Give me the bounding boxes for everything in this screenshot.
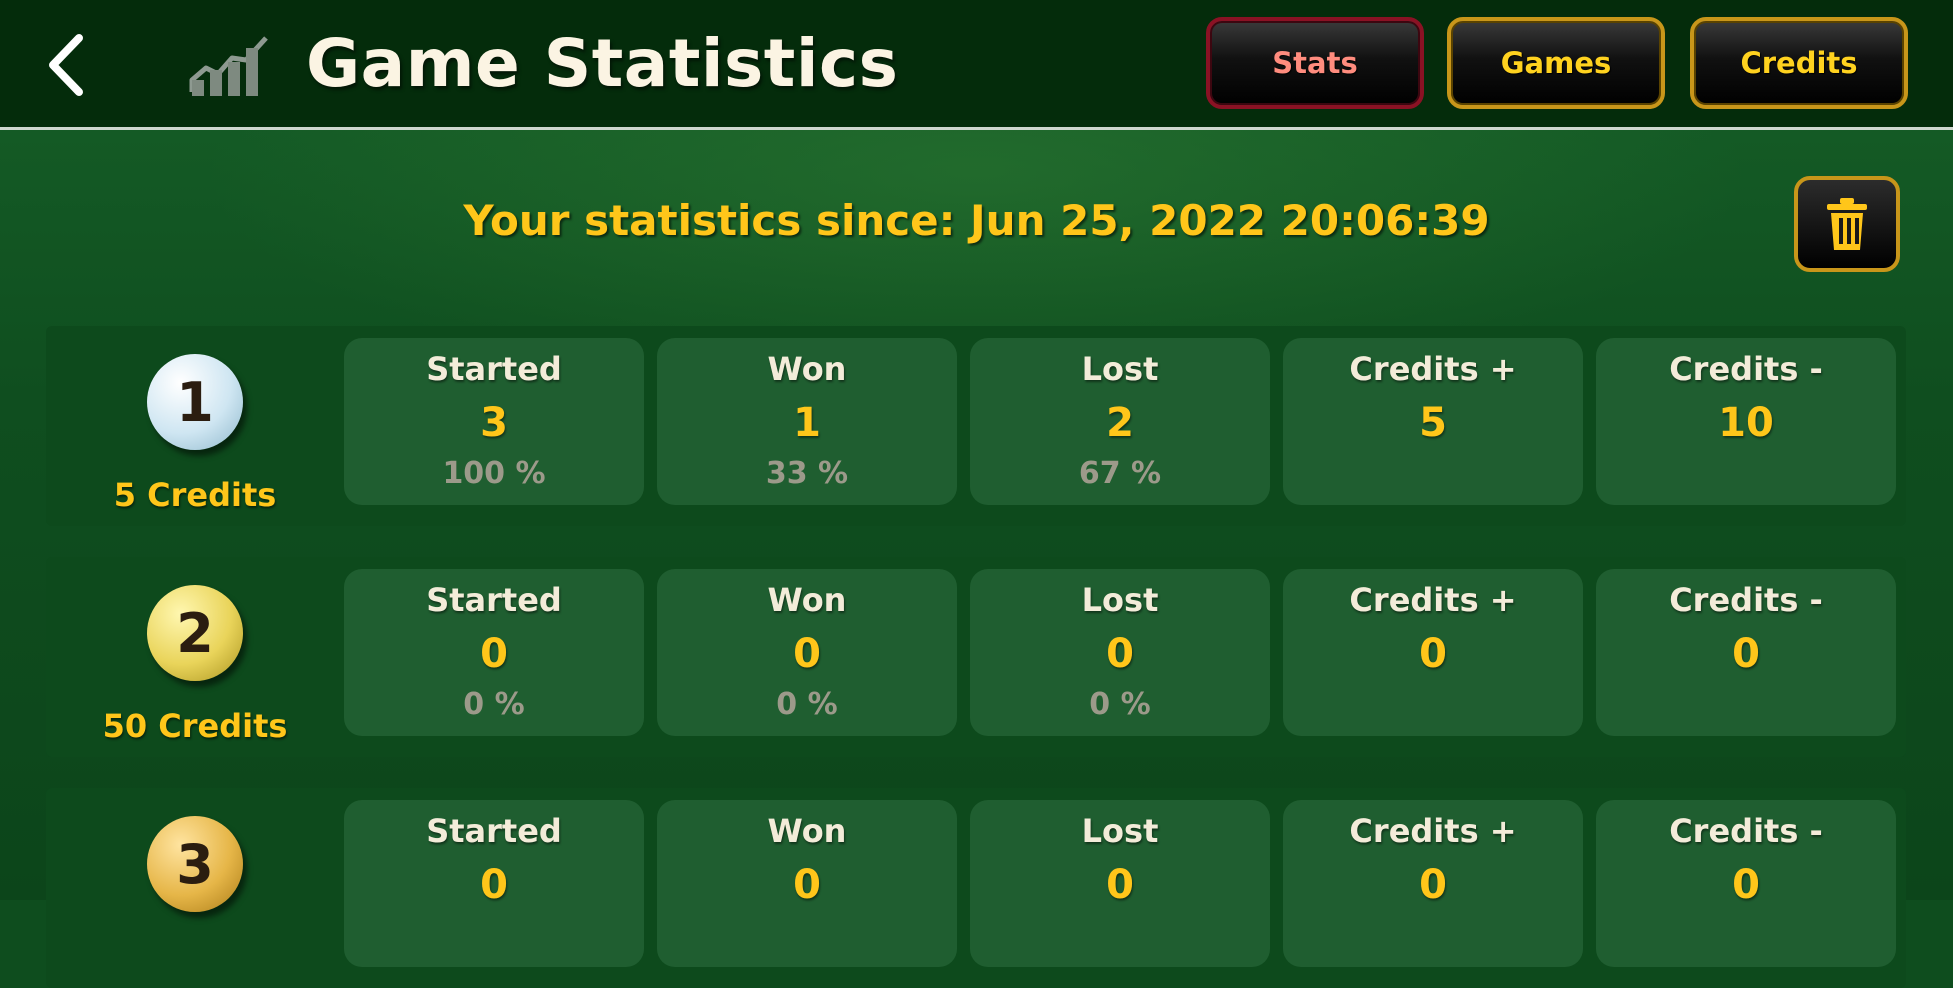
stat-label: Credits - xyxy=(1669,581,1823,619)
level-credits-label: 5 Credits xyxy=(113,476,277,514)
stat-value: 10 xyxy=(1718,400,1774,446)
stat-percent: 33 % xyxy=(765,456,849,491)
stat-label: Won xyxy=(767,812,847,850)
stat-label: Credits + xyxy=(1349,350,1517,388)
stat-label: Credits + xyxy=(1349,812,1517,850)
stat-label: Credits - xyxy=(1669,350,1823,388)
stat-cell-credits-plus: Credits + 0 xyxy=(1283,569,1583,736)
level-credits-label: 50 Credits xyxy=(102,707,288,745)
stat-value: 0 xyxy=(793,862,821,908)
stats-row-level-3: 3 Started 0 Won 0 Lost 0 Credits + 0 Cre… xyxy=(46,788,1906,988)
tab-credits[interactable]: Credits xyxy=(1690,17,1908,109)
header-bar: Game Statistics Stats Games Credits xyxy=(0,0,1953,130)
stat-label: Started xyxy=(426,581,562,619)
stat-label: Started xyxy=(426,350,562,388)
stat-label: Lost xyxy=(1081,581,1159,619)
stat-cell-credits-minus: Credits - 0 xyxy=(1596,569,1896,736)
page-title: Game Statistics xyxy=(306,25,899,102)
stat-value: 1 xyxy=(793,400,821,446)
chart-icon xyxy=(189,36,268,96)
stat-value: 0 xyxy=(1732,862,1760,908)
stat-cell-lost: Lost 2 67 % xyxy=(970,338,1270,505)
trash-icon xyxy=(1827,198,1867,250)
stat-cell-started: Started 0 xyxy=(344,800,644,967)
level-number-ball: 3 xyxy=(147,816,243,912)
level-badge: 2 50 Credits xyxy=(46,557,344,757)
stats-row-level-1: 1 5 Credits Started 3 100 % Won 1 33 % L… xyxy=(46,326,1906,526)
level-number-ball: 1 xyxy=(147,354,243,450)
reset-stats-button[interactable] xyxy=(1794,176,1900,272)
back-button[interactable] xyxy=(30,22,100,108)
stat-cell-credits-plus: Credits + 5 xyxy=(1283,338,1583,505)
stat-label: Won xyxy=(767,581,847,619)
stat-value: 5 xyxy=(1419,400,1447,446)
stat-cell-won: Won 1 33 % xyxy=(657,338,957,505)
stat-cell-credits-minus: Credits - 10 xyxy=(1596,338,1896,505)
stat-percent: 0 % xyxy=(1089,687,1151,722)
level-badge: 1 5 Credits xyxy=(46,326,344,526)
stat-label: Lost xyxy=(1081,812,1159,850)
level-number-ball: 2 xyxy=(147,585,243,681)
level-badge: 3 xyxy=(46,788,344,988)
stat-value: 0 xyxy=(1419,631,1447,677)
stat-percent: 0 % xyxy=(776,687,838,722)
stat-cell-lost: Lost 0 0 % xyxy=(970,569,1270,736)
tab-games[interactable]: Games xyxy=(1447,17,1665,109)
stat-percent: 0 % xyxy=(463,687,525,722)
stat-label: Started xyxy=(426,812,562,850)
stat-value: 0 xyxy=(480,631,508,677)
stat-cell-won: Won 0 xyxy=(657,800,957,967)
stat-value: 0 xyxy=(793,631,821,677)
stat-label: Credits - xyxy=(1669,812,1823,850)
stat-value: 0 xyxy=(1419,862,1447,908)
stat-percent: 100 % xyxy=(442,456,546,491)
stat-cell-lost: Lost 0 xyxy=(970,800,1270,967)
stat-value: 3 xyxy=(480,400,508,446)
stat-label: Won xyxy=(767,350,847,388)
stat-cell-credits-plus: Credits + 0 xyxy=(1283,800,1583,967)
stat-value: 0 xyxy=(1732,631,1760,677)
stat-value: 0 xyxy=(480,862,508,908)
stat-cell-started: Started 0 0 % xyxy=(344,569,644,736)
stat-percent: 67 % xyxy=(1078,456,1162,491)
stat-label: Lost xyxy=(1081,350,1159,388)
stats-panel: Your statistics since: Jun 25, 2022 20:0… xyxy=(0,130,1953,988)
stat-cell-won: Won 0 0 % xyxy=(657,569,957,736)
chevron-left-icon xyxy=(49,34,83,96)
stat-cell-started: Started 3 100 % xyxy=(344,338,644,505)
stats-since-text: Your statistics since: Jun 25, 2022 20:0… xyxy=(463,196,1490,245)
stat-value: 2 xyxy=(1106,400,1134,446)
stats-row-level-2: 2 50 Credits Started 0 0 % Won 0 0 % Los… xyxy=(46,557,1906,757)
stat-value: 0 xyxy=(1106,631,1134,677)
tab-stats[interactable]: Stats xyxy=(1206,17,1424,109)
stat-cell-credits-minus: Credits - 0 xyxy=(1596,800,1896,967)
stat-value: 0 xyxy=(1106,862,1134,908)
stat-label: Credits + xyxy=(1349,581,1517,619)
